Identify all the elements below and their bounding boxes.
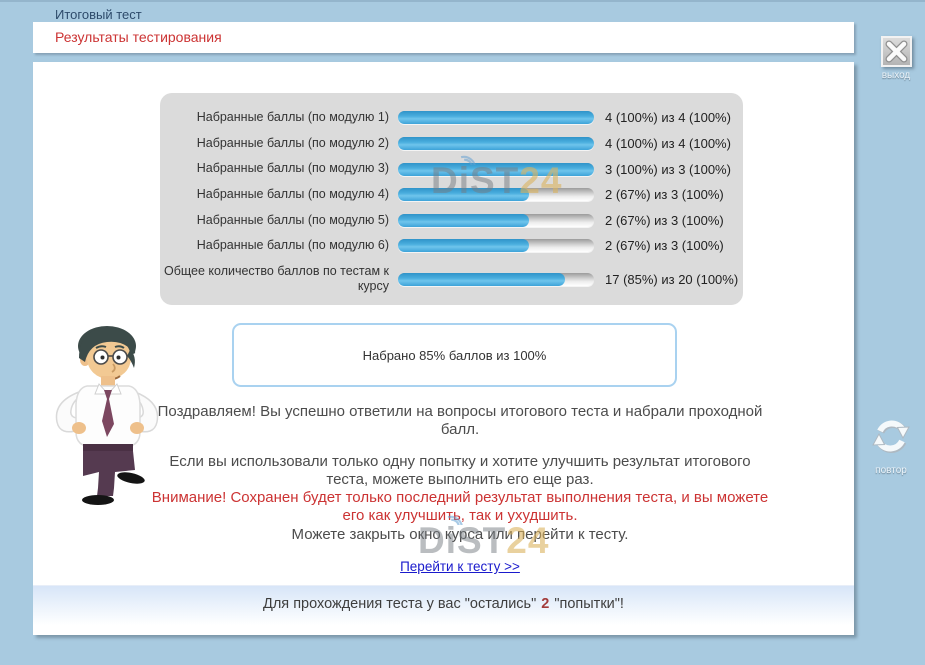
progress-bar xyxy=(398,111,594,124)
score-row: Общее количество баллов по тестам к курс… xyxy=(160,264,743,295)
score-row-value: 2 (67%) из 3 (100%) xyxy=(594,238,724,253)
score-row-value: 17 (85%) из 20 (100%) xyxy=(594,272,738,287)
score-row-value: 2 (67%) из 3 (100%) xyxy=(594,187,724,202)
progress-bar-fill xyxy=(398,163,594,176)
score-row-value: 4 (100%) из 4 (100%) xyxy=(594,110,731,125)
repeat-button-label: повтор xyxy=(865,465,917,476)
score-row: Набранные баллы (по модулю 1) 4 (100%) и… xyxy=(160,110,743,126)
window-title: Итоговый тест xyxy=(55,7,142,22)
score-row: Набранные баллы (по модулю 3) 3 (100%) и… xyxy=(160,161,743,177)
progress-bar-fill xyxy=(398,273,565,286)
closing-text: Можете закрыть окно курса или перейти к … xyxy=(150,526,770,544)
go-to-test-link[interactable]: Перейти к тесту >> xyxy=(400,559,520,574)
results-panel: Набранные баллы (по модулю 1) 4 (100%) и… xyxy=(160,93,743,305)
main-panel: Набранные баллы (по модулю 1) 4 (100%) и… xyxy=(33,62,854,635)
congrats-text: Поздравляем! Вы успешно ответили на вопр… xyxy=(150,403,770,440)
header-bar: Результаты тестирования xyxy=(33,22,854,53)
score-row-label: Набранные баллы (по модулю 5) xyxy=(160,213,398,229)
repeat-icon xyxy=(869,444,913,461)
retry-info-text: Если вы использовали только одну попытку… xyxy=(150,453,770,490)
progress-bar xyxy=(398,214,594,227)
exit-button-label: выход xyxy=(874,70,918,81)
score-row-label: Общее количество баллов по тестам к курс… xyxy=(160,264,398,295)
attempts-prefix: Для прохождения теста у вас "остались" xyxy=(263,596,536,612)
attempts-count: 2 xyxy=(541,596,549,612)
score-row: Набранные баллы (по модулю 2) 4 (100%) и… xyxy=(160,136,743,152)
summary-text: Набрано 85% баллов из 100% xyxy=(363,348,547,363)
exit-button[interactable]: выход xyxy=(874,36,918,81)
progress-bar xyxy=(398,239,594,252)
score-row-label: Набранные баллы (по модулю 4) xyxy=(160,187,398,203)
score-row-value: 3 (100%) из 3 (100%) xyxy=(594,162,731,177)
score-row: Набранные баллы (по модулю 6) 2 (67%) из… xyxy=(160,238,743,254)
link-row: Перейти к тесту >> xyxy=(150,558,770,576)
score-row-label: Набранные баллы (по модулю 6) xyxy=(160,238,398,254)
repeat-button[interactable]: повтор xyxy=(865,415,917,476)
results-rows: Набранные баллы (по модулю 1) 4 (100%) и… xyxy=(160,110,743,295)
progress-bar-fill xyxy=(398,137,594,150)
progress-bar xyxy=(398,273,594,286)
score-row: Набранные баллы (по модулю 4) 2 (67%) из… xyxy=(160,187,743,203)
score-row: Набранные баллы (по модулю 5) 2 (67%) из… xyxy=(160,213,743,229)
progress-bar-fill xyxy=(398,239,529,252)
progress-bar xyxy=(398,188,594,201)
progress-bar-fill xyxy=(398,214,529,227)
score-row-label: Набранные баллы (по модулю 2) xyxy=(160,136,398,152)
progress-bar xyxy=(398,137,594,150)
progress-bar xyxy=(398,163,594,176)
score-row-value: 4 (100%) из 4 (100%) xyxy=(594,136,731,151)
result-messages: Поздравляем! Вы успешно ответили на вопр… xyxy=(150,403,770,544)
score-row-label: Набранные баллы (по модулю 1) xyxy=(160,110,398,126)
summary-box: Набрано 85% баллов из 100% xyxy=(232,323,677,387)
page: Итоговый тест Результаты тестирования вы… xyxy=(0,0,925,665)
score-row-label: Набранные баллы (по модулю 3) xyxy=(160,161,398,177)
warning-text: Внимание! Сохранен будет только последни… xyxy=(150,489,770,526)
page-title: Результаты тестирования xyxy=(33,22,854,53)
progress-bar-fill xyxy=(398,188,529,201)
score-row-value: 2 (67%) из 3 (100%) xyxy=(594,213,724,228)
close-icon xyxy=(881,36,912,67)
attempts-suffix: "попытки"! xyxy=(554,596,624,612)
attempts-footer: Для прохождения теста у вас "остались" 2 "… xyxy=(33,585,854,635)
progress-bar-fill xyxy=(398,111,594,124)
